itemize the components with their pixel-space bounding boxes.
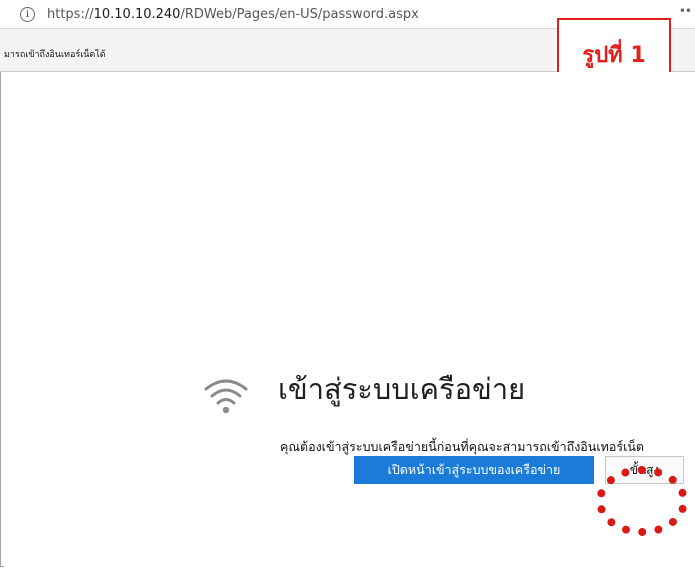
open-login-page-button[interactable]: เปิดหน้าเข้าสู่ระบบของเครือข่าย — [354, 456, 594, 484]
page-title: เข้าสู่ระบบเครือข่าย — [278, 372, 526, 406]
url-prefix: https:// — [47, 6, 94, 22]
url-host: 10.10.10.240 — [93, 6, 181, 22]
url-path: /RDWeb/Pages/en-US/password.aspx — [180, 6, 419, 22]
info-icon[interactable]: i — [20, 6, 35, 22]
advanced-button[interactable]: ขั้นสูง — [605, 456, 684, 484]
wifi-icon — [204, 379, 248, 414]
url-text[interactable]: https://10.10.10.240/RDWeb/Pages/en-US/p… — [47, 7, 419, 22]
page-content — [4, 72, 693, 567]
ellipsis-icon[interactable]: •• — [679, 4, 692, 18]
notification-text: มารถเข้าถึงอินเทอร์เน็ตได้ — [4, 50, 106, 60]
description-text: คุณต้องเข้าสู่ระบบเครือข่ายนี้ก่อนที่คุณ… — [280, 439, 645, 454]
